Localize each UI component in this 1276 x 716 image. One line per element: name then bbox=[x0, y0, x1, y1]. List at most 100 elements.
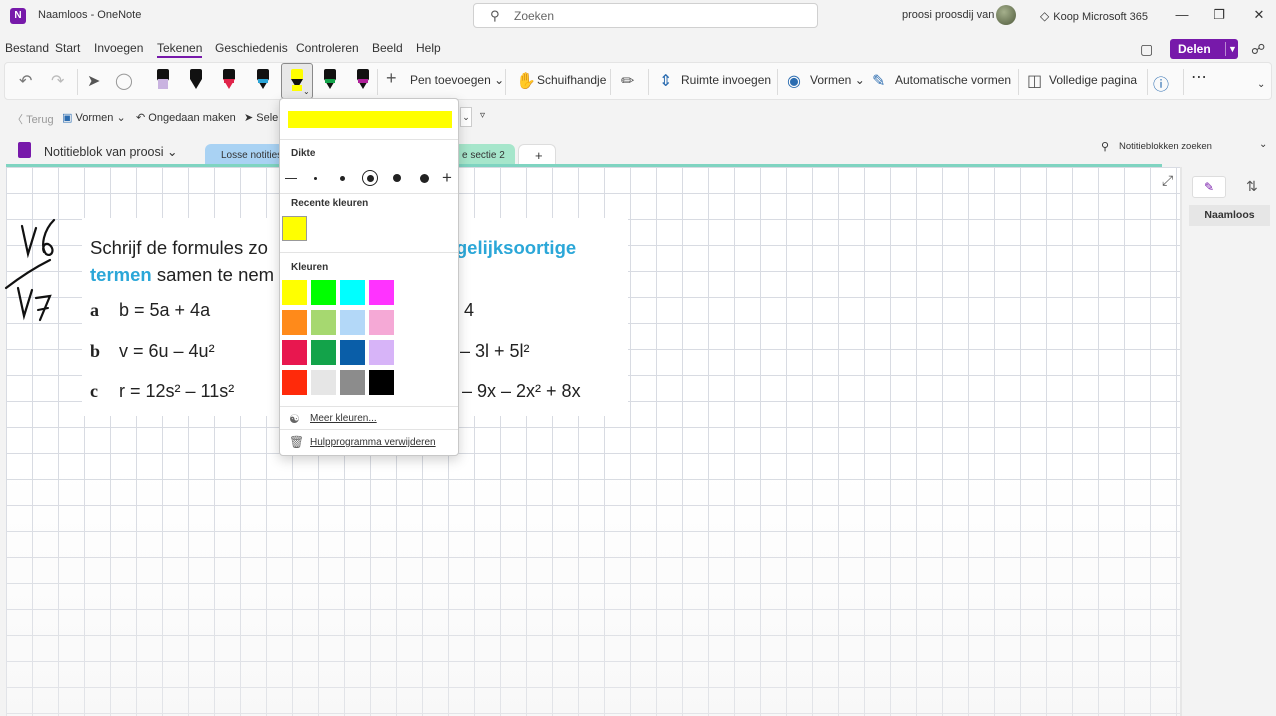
pen-1[interactable] bbox=[155, 65, 171, 93]
ink-fraction-line bbox=[4, 258, 52, 290]
hand-tool-button[interactable]: Schuifhandje bbox=[537, 73, 606, 87]
undo-quick-label: Ongedaan maken bbox=[148, 112, 236, 124]
menu-geschiedenis[interactable]: Geschiedenis bbox=[215, 41, 288, 55]
notebook-search-placeholder: Notitieblokken zoeken bbox=[1119, 141, 1212, 152]
menu-help[interactable]: Help bbox=[416, 41, 441, 55]
color-swatch[interactable] bbox=[340, 310, 365, 335]
collapse-ribbon-chevron-icon[interactable]: ⌄ bbox=[1257, 79, 1265, 90]
thickness-option-5[interactable] bbox=[414, 170, 434, 186]
shapes-button[interactable]: Vormen ⌄ bbox=[810, 73, 865, 87]
notebook-selector[interactable]: Notitieblok van proosi ⌄ bbox=[44, 144, 177, 159]
color-swatch[interactable] bbox=[369, 340, 394, 365]
redo-icon[interactable]: ↷ bbox=[51, 71, 64, 91]
help-icon[interactable]: ⓘ bbox=[1153, 71, 1169, 95]
color-swatch[interactable] bbox=[340, 340, 365, 365]
menu-bestand[interactable]: Bestand bbox=[5, 41, 49, 55]
menu-controleren[interactable]: Controleren bbox=[296, 41, 359, 55]
pen-2[interactable] bbox=[188, 65, 204, 93]
lasso-icon[interactable]: ◯ bbox=[115, 71, 133, 91]
search-input[interactable]: ⚲ Zoeken bbox=[473, 3, 818, 28]
insert-space-button[interactable]: Ruimte invoegen bbox=[681, 73, 771, 87]
select-arrow-icon[interactable]: ➤ bbox=[87, 71, 100, 91]
color-swatch[interactable] bbox=[369, 310, 394, 335]
thickness-option-2[interactable] bbox=[332, 170, 352, 186]
customize-dropdown[interactable]: ⌄ bbox=[460, 107, 472, 127]
handwritten-ink-annotation[interactable] bbox=[4, 216, 64, 326]
color-swatch[interactable] bbox=[369, 280, 394, 305]
menu-tekenen[interactable]: Tekenen bbox=[157, 41, 203, 58]
back-button[interactable]: 〈 Terug bbox=[12, 111, 54, 127]
color-swatch[interactable] bbox=[340, 370, 365, 395]
pen-7[interactable] bbox=[355, 65, 371, 93]
color-swatch[interactable] bbox=[282, 340, 307, 365]
restore-button[interactable]: ❐ bbox=[1210, 6, 1228, 24]
close-button[interactable]: ✕ bbox=[1250, 6, 1268, 24]
avatar[interactable] bbox=[996, 5, 1016, 25]
pen-3[interactable] bbox=[221, 65, 237, 93]
notebook-name: Notitieblok van proosi bbox=[44, 145, 164, 159]
color-swatch[interactable] bbox=[369, 370, 394, 395]
more-options-button[interactable]: ⋯ bbox=[1191, 67, 1207, 87]
notebook-search-input[interactable]: ⚲ Notitieblokken zoeken ⌄ bbox=[1093, 138, 1272, 156]
chevron-down-icon[interactable]: ⌄ bbox=[1259, 139, 1267, 150]
window-title: Naamloos - OneNote bbox=[38, 9, 142, 21]
menu-invoegen[interactable]: Invoegen bbox=[94, 41, 143, 55]
buy-microsoft-365-button[interactable]: ◇ Koop Microsoft 365 bbox=[1040, 9, 1148, 23]
expand-icon[interactable]: ⤢ bbox=[1162, 172, 1173, 189]
color-swatch[interactable] bbox=[311, 340, 336, 365]
notebook-view-icon[interactable]: ▢ bbox=[1140, 41, 1153, 58]
thickness-option-4[interactable] bbox=[387, 170, 407, 186]
draw-ribbon: ↶ ↷ ➤ ◯ ⌄ + Pen toevoegen ⌄ ✋ Schuifhand… bbox=[4, 62, 1272, 100]
pen-5-color bbox=[292, 85, 302, 91]
menu-start[interactable]: Start bbox=[55, 41, 80, 55]
menu-beeld[interactable]: Beeld bbox=[372, 41, 403, 55]
share-label: Delen bbox=[1178, 42, 1211, 56]
thickness-increase-button[interactable]: + bbox=[437, 168, 457, 187]
add-page-button[interactable]: ✎ bbox=[1192, 176, 1226, 198]
sort-pages-icon[interactable]: ⇅ bbox=[1246, 178, 1258, 195]
page-list-item[interactable]: Naamloos bbox=[1189, 205, 1270, 226]
add-section-button[interactable]: + bbox=[518, 144, 556, 166]
shapes-quick-button[interactable]: ▣ Vormen ⌄ bbox=[62, 111, 126, 124]
more-colors-link[interactable]: Meer kleuren... bbox=[310, 413, 377, 424]
add-pen-button[interactable]: Pen toevoegen ⌄ bbox=[410, 73, 504, 87]
feedback-icon[interactable]: ☍ bbox=[1251, 41, 1265, 58]
vertical-scrollbar[interactable] bbox=[1180, 167, 1182, 716]
chevron-down-icon[interactable]: ▼ bbox=[1228, 39, 1237, 59]
ink-v7-v bbox=[16, 286, 34, 321]
undo-small-icon: ↶ bbox=[136, 112, 146, 124]
pen-6[interactable] bbox=[322, 65, 338, 93]
color-swatch[interactable] bbox=[282, 280, 307, 305]
thickness-decrease-button[interactable] bbox=[281, 170, 301, 186]
share-button[interactable]: Delen ▼ bbox=[1170, 39, 1238, 59]
pen-4[interactable] bbox=[255, 65, 271, 93]
auto-shapes-button[interactable]: Automatische vormen bbox=[895, 73, 1011, 87]
search-icon: ⚲ bbox=[1101, 141, 1110, 153]
color-swatch[interactable] bbox=[282, 310, 307, 335]
pen-7-color bbox=[358, 79, 368, 83]
color-swatch[interactable] bbox=[340, 280, 365, 305]
undo-quick-button[interactable]: ↶ Ongedaan maken bbox=[136, 111, 236, 124]
title-highlight-1: gelijksoortige bbox=[455, 237, 577, 258]
palette-icon: ☯ bbox=[289, 412, 300, 426]
thickness-option-3-selected[interactable] bbox=[360, 170, 380, 186]
ribbon-separator bbox=[648, 69, 649, 95]
color-swatch[interactable] bbox=[311, 310, 336, 335]
user-name[interactable]: proosi proosdij van bbox=[902, 9, 994, 21]
select-quick-button[interactable]: ➤ Sele bbox=[244, 111, 278, 124]
formula-a-left: b = 5a + 4a bbox=[119, 300, 211, 320]
row-label-b: b bbox=[90, 341, 101, 361]
recent-color-swatch[interactable] bbox=[282, 216, 307, 241]
remove-tool-link[interactable]: Hulpprogramma verwijderen bbox=[310, 437, 436, 448]
pen-options-chevron-icon[interactable]: ⌄ bbox=[303, 87, 310, 96]
thickness-option-1[interactable] bbox=[305, 170, 325, 186]
minimize-button[interactable]: — bbox=[1173, 6, 1191, 24]
ink-v7-7-bar bbox=[37, 307, 49, 311]
customize-quick-access-icon[interactable]: ▿ bbox=[480, 110, 485, 121]
color-swatch[interactable] bbox=[311, 280, 336, 305]
ruler-icon[interactable]: ✏ bbox=[621, 71, 634, 91]
color-swatch[interactable] bbox=[311, 370, 336, 395]
color-swatch[interactable] bbox=[282, 370, 307, 395]
full-page-button[interactable]: Volledige pagina bbox=[1049, 73, 1137, 87]
undo-icon[interactable]: ↶ bbox=[19, 71, 32, 91]
